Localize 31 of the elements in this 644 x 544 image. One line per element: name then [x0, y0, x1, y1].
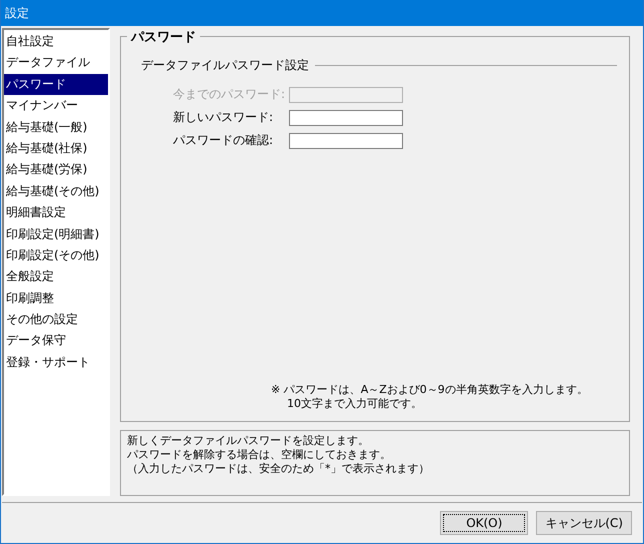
window-title: 設定 — [5, 4, 29, 22]
sidebar-item[interactable]: パスワード — [4, 74, 108, 96]
sidebar-item[interactable]: 登録・サポート — [4, 352, 108, 374]
note-text: 10文字まで入力可能です。 — [286, 397, 423, 411]
sidebar-item[interactable]: 給与基礎(労保) — [4, 159, 108, 181]
sidebar-item[interactable]: 全般設定 — [4, 266, 108, 288]
sidebar-item[interactable]: 印刷設定(明細書) — [4, 224, 108, 245]
description-text: 新しくデータファイルパスワードを設定します。 — [127, 434, 370, 448]
field-label: パスワードの確認: — [173, 132, 274, 149]
dialog-button[interactable]: キャンセル(C) — [536, 511, 632, 535]
sidebar-item[interactable]: 明細書設定 — [4, 202, 108, 224]
sidebar-item[interactable]: マイナンバー — [4, 95, 108, 117]
sidebar-item[interactable]: 印刷設定(その他) — [4, 244, 108, 266]
sidebar-item[interactable]: 給与基礎(一般) — [4, 116, 108, 138]
sidebar-item[interactable]: 給与基礎(その他) — [4, 180, 108, 202]
password-field[interactable] — [289, 110, 404, 126]
sidebar-item[interactable]: データ保守 — [4, 330, 108, 352]
field-label: 今までのパスワード: — [173, 86, 286, 103]
sidebar-item[interactable]: その他の設定 — [4, 309, 108, 330]
dialog-button[interactable]: OK(O) — [440, 511, 528, 535]
note-text: ※ パスワードは、A～Zおよび0～9の半角英数字を入力します。 — [271, 383, 589, 397]
group-title: パスワード — [127, 28, 200, 46]
password-field[interactable] — [289, 132, 404, 148]
section-title: データファイルパスワード設定 — [141, 57, 309, 74]
field-label: 新しいパスワード: — [173, 109, 274, 126]
description-text: パスワードを解除する場合は、空欄にしておきます。 — [127, 448, 392, 462]
description-text: （入力したパスワードは、安全のため「*」で表示されます） — [127, 462, 430, 476]
sidebar-item[interactable]: 自社設定 — [4, 31, 108, 52]
sidebar-item[interactable]: データファイル — [4, 52, 108, 74]
sidebar-item[interactable]: 印刷調整 — [4, 288, 108, 310]
sidebar-item[interactable]: 給与基礎(社保) — [4, 138, 108, 160]
